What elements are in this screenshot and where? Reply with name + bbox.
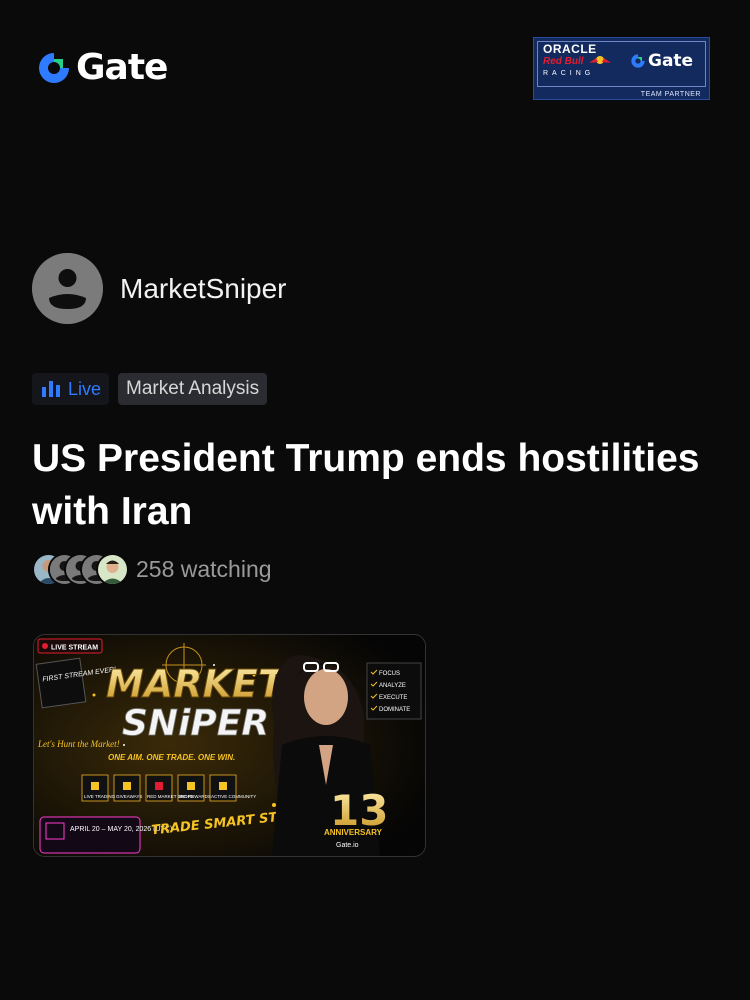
avatar-placeholder-icon (32, 253, 103, 324)
partner-gate-text: Gate (648, 51, 694, 71)
check-analyze: ANALYZE (379, 683, 406, 689)
check-focus: FOCUS (379, 671, 400, 677)
team-partner-text: TEAM PARTNER (640, 91, 701, 98)
partner-gate-logo: Gate (630, 51, 693, 71)
live-bars-icon (42, 381, 60, 397)
thumb-title-sniper: SNiPER (122, 703, 269, 744)
gate-logo-icon (39, 53, 69, 83)
check-dominate: DOMINATE (379, 707, 410, 713)
feature-live-trading: LIVE TRADING (84, 794, 116, 799)
live-stream-badge: LIVE STREAM (51, 645, 98, 652)
tags-row: Live Market Analysis (32, 373, 268, 405)
anniversary-text: ANNIVERSARY (324, 828, 383, 837)
thumb-title-market: MARKET (106, 662, 287, 706)
stream-thumbnail[interactable]: LIVE STREAM FIRST STREAM EVER! MARKET SN… (33, 634, 426, 857)
viewer-avatar (96, 553, 129, 586)
team-partner-badge: ORACLE Red Bull RACING Gate TEAM PARTNER (533, 37, 710, 100)
partner-gate-icon (631, 54, 645, 68)
live-tag[interactable]: Live (32, 373, 110, 405)
viewers-row: 258 watching (32, 553, 272, 586)
feature-rewards: BIG REWARDS (179, 794, 211, 799)
post-title: US President Trump ends hostilities with… (32, 437, 700, 533)
racing-text: RACING (543, 70, 595, 77)
redbull-bulls-icon (589, 56, 611, 64)
check-execute: EXECUTE (379, 695, 407, 701)
watching-count: 258 watching (136, 555, 272, 582)
author-name[interactable]: MarketSniper (120, 273, 287, 305)
author-profile[interactable]: MarketSniper (32, 253, 287, 324)
gate-logo-text: Gate (76, 47, 168, 88)
thumb-tagline: ONE AIM. ONE TRADE. ONE WIN. (108, 753, 235, 762)
thumb-gate-brand: Gate.io (336, 842, 359, 849)
feature-giveaways: GIVEAWAYS (116, 794, 142, 799)
redbull-text: Red Bull (543, 56, 584, 67)
thumbnail-image: LIVE STREAM FIRST STREAM EVER! MARKET SN… (34, 635, 425, 856)
thumb-hunt-text: Let's Hunt the Market! (37, 739, 120, 749)
feature-community: ACTIVE COMMUNITY (211, 794, 256, 799)
category-tag[interactable]: Market Analysis (118, 373, 268, 405)
gate-logo[interactable]: Gate (36, 47, 168, 88)
viewer-avatars (32, 553, 129, 586)
live-tag-label: Live (68, 378, 102, 399)
